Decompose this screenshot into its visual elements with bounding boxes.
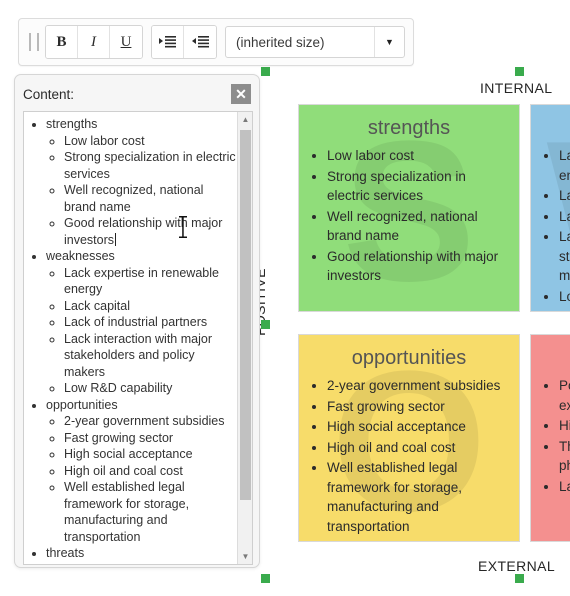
list-item: 2-year government subsidies (327, 376, 509, 396)
axis-label-internal: INTERNAL (480, 80, 553, 96)
outline-group-opportunities: opportunities 2-year government subsidie… (46, 397, 236, 546)
outdent-button[interactable] (184, 26, 216, 58)
chevron-down-icon[interactable]: ▼ (374, 27, 404, 57)
list-item: Lack capital (559, 186, 570, 206)
content-dialog-title: Content: (23, 86, 75, 102)
outline-item: High oil and coal cost (64, 463, 236, 480)
outline-item-with-caret: Good relationship with major investors (64, 215, 236, 248)
outline-sublist-opportunities: 2-year government subsidies Fast growing… (46, 413, 236, 545)
outline-sublist-strengths: Low labor cost Strong specialization in … (46, 133, 236, 249)
outline-item: Fast growing sector (64, 430, 236, 447)
axis-label-external: EXTERNAL (478, 558, 556, 574)
swot-quadrant-opportunities[interactable]: O opportunities 2-year government subsid… (298, 334, 520, 542)
outline-item: Lack interaction with major stakeholders… (64, 331, 236, 381)
list-item: Good relationship with major investors (327, 247, 509, 286)
outline-item: Well established legal framework for sto… (64, 479, 236, 545)
outline-text[interactable]: strengths Low labor cost Strong speciali… (24, 112, 238, 565)
text-caret (115, 232, 117, 246)
scroll-up-arrow-icon[interactable]: ▲ (238, 112, 252, 127)
outline-group-label: threats (46, 546, 85, 560)
font-size-value: (inherited size) (236, 34, 325, 50)
list-item: Lack expertise in renewable energy (559, 146, 570, 185)
outline-item: Lack of industrial partners (64, 314, 236, 331)
quadrant-list-strengths: Low labor cost Strong specialization in … (309, 146, 509, 286)
swot-quadrant-strengths[interactable]: S strengths Low labor cost Strong specia… (298, 104, 520, 312)
outline-group-weaknesses: weaknesses Lack expertise in renewable e… (46, 248, 236, 397)
list-item: Lack of waste management (559, 477, 570, 497)
selection-handle-top-center[interactable] (515, 67, 524, 76)
italic-button[interactable]: I (78, 26, 110, 58)
outline-group-label: opportunities (46, 397, 118, 412)
selection-handle-middle-left[interactable] (261, 320, 270, 329)
quadrant-list-opportunities: 2-year government subsidies Fast growing… (309, 376, 509, 537)
outline-group-label: strengths (46, 117, 98, 131)
quadrant-list-weaknesses: Lack expertise in renewable energy Lack … (541, 146, 570, 307)
outline-item: Lack capital (64, 298, 236, 315)
content-dialog[interactable]: Content: ✕ strengths Low labor cost Stro… (14, 74, 260, 568)
bold-button[interactable]: B (46, 26, 78, 58)
outline-item: 2-year government subsidies (64, 413, 236, 430)
outline-group-strengths: strengths Low labor cost Strong speciali… (46, 116, 236, 248)
list-item: High social acceptance (327, 417, 509, 437)
outline-item: Potentially high R&D expenses (64, 562, 236, 565)
quadrant-title-weaknesses: weaknesses (541, 117, 570, 140)
selection-handle-bottom-left[interactable] (261, 574, 270, 583)
content-outline-editor[interactable]: strengths Low labor cost Strong speciali… (23, 111, 253, 565)
outline-item-label: Good relationship with major investors (64, 216, 223, 247)
outline-group-threats: threats Potentially high R&D expenses Hi… (46, 545, 236, 565)
toolbar-style-group: B I U (45, 25, 143, 59)
indent-icon (159, 35, 176, 47)
list-item: Fast growing sector (327, 397, 509, 417)
toolbar-drag-handle-icon[interactable] (29, 33, 39, 51)
list-item: Low R&D capability (559, 287, 570, 307)
app-root: INTERNAL EXTERNAL POSITIVE S strengths L… (0, 0, 570, 596)
content-dialog-header: Content: ✕ (23, 83, 251, 105)
list-item: Lack interaction with major stakeholders… (559, 227, 570, 286)
swot-quadrant-threats[interactable]: T threats Potentially high R&D expenses … (530, 334, 570, 542)
outline-root-list: strengths Low labor cost Strong speciali… (24, 116, 236, 565)
swot-quadrant-weaknesses[interactable]: W weaknesses Lack expertise in renewable… (530, 104, 570, 312)
outline-item: Lack expertise in renewable energy (64, 265, 236, 298)
outline-item: High social acceptance (64, 446, 236, 463)
list-item: High waste management fee (559, 416, 570, 436)
swot-matrix[interactable]: INTERNAL EXTERNAL POSITIVE S strengths L… (252, 62, 570, 583)
outline-sublist-threats: Potentially high R&D expenses High waste… (46, 562, 236, 565)
list-item: The increasing price of photovoltaic raw… (559, 437, 570, 476)
outline-item: Low R&D capability (64, 380, 236, 397)
list-item: Lack of industrial partners (559, 207, 570, 227)
outline-item: Strong specialization in electric servic… (64, 149, 236, 182)
indent-button[interactable] (152, 26, 184, 58)
quadrant-title-opportunities: opportunities (351, 347, 467, 369)
font-size-select[interactable]: (inherited size) ▼ (225, 26, 405, 58)
list-item: Potentially high R&D expenses (559, 376, 570, 415)
list-item: Low labor cost (327, 146, 509, 166)
close-icon[interactable]: ✕ (231, 84, 251, 104)
outline-group-label: weaknesses (46, 249, 115, 263)
list-item: High oil and coal cost (327, 438, 509, 458)
outline-item: Low labor cost (64, 133, 236, 150)
list-item: Strong specialization in electric servic… (327, 167, 509, 206)
scroll-down-arrow-icon[interactable]: ▼ (238, 549, 252, 564)
editor-scrollbar[interactable]: ▲ ▼ (237, 112, 252, 564)
selection-handle-bottom-center[interactable] (515, 574, 524, 583)
outline-sublist-weaknesses: Lack expertise in renewable energy Lack … (46, 265, 236, 397)
scrollbar-thumb[interactable] (240, 130, 251, 500)
toolbar-indent-group (151, 25, 217, 59)
selection-handle-top-left[interactable] (261, 67, 270, 76)
list-item: Well established legal framework for sto… (327, 458, 509, 536)
quadrant-list-threats: Potentially high R&D expenses High waste… (541, 376, 570, 496)
underline-button[interactable]: U (110, 26, 142, 58)
text-format-toolbar[interactable]: B I U (inherited size) ▼ (18, 18, 414, 66)
quadrant-title-threats: threats (541, 347, 570, 370)
outline-item: Well recognized, national brand name (64, 182, 236, 215)
outdent-icon (191, 35, 209, 47)
list-item: Well recognized, national brand name (327, 207, 509, 246)
quadrant-title-strengths: strengths (367, 117, 451, 139)
